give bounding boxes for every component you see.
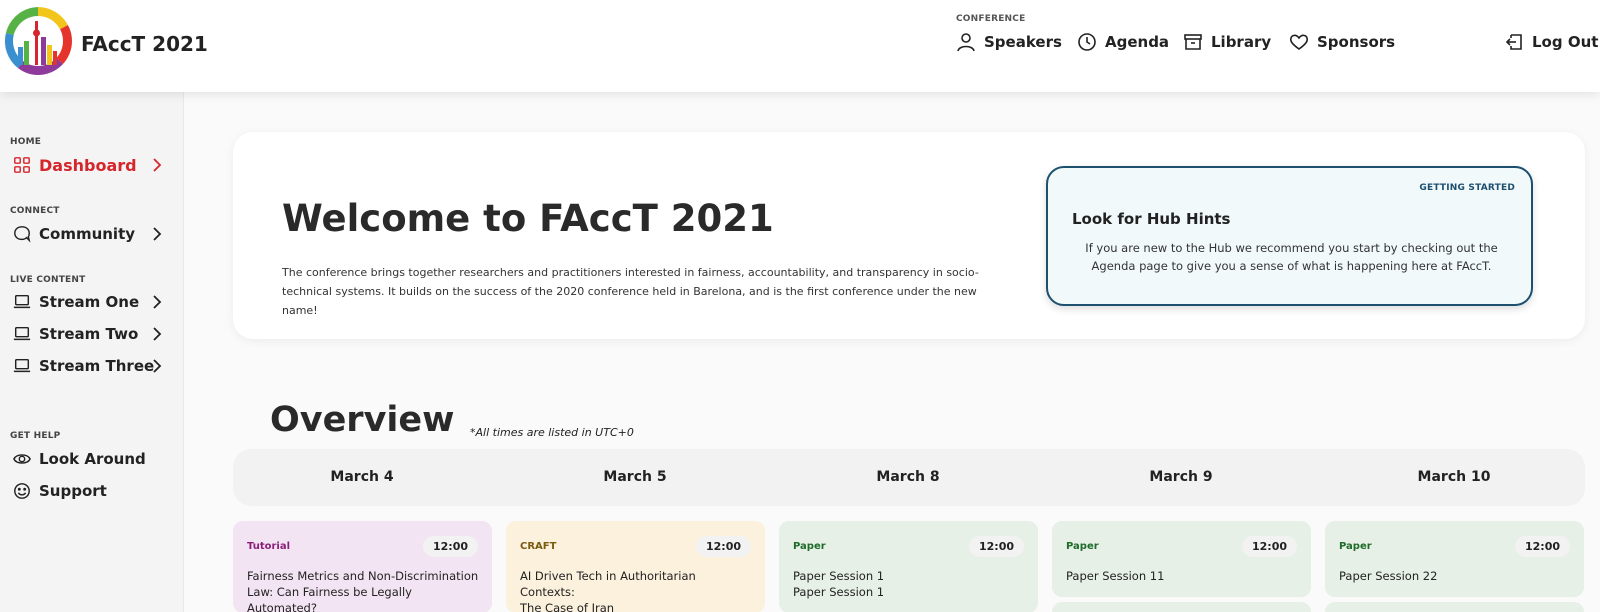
session-title: Fairness Metrics and Non-Discrimination … xyxy=(247,568,479,612)
session-card[interactable]: Tutorial 12:00 Fairness Metrics and Non-… xyxy=(233,521,492,612)
session-card[interactable]: CRAFT 12:00 AI Driven Tech in Authoritar… xyxy=(506,521,765,612)
section-label-live-content: LIVE CONTENT xyxy=(10,275,86,285)
facct-logo[interactable] xyxy=(4,7,72,75)
session-kind: Paper xyxy=(793,541,826,552)
conference-nav-label: CONFERENCE xyxy=(956,14,1026,24)
clock-icon xyxy=(1078,33,1096,51)
sidebar-item-label: Stream Two xyxy=(39,325,139,343)
chevron-right-icon xyxy=(150,157,164,173)
session-title-line: AI Driven Tech in Authoritarian Contexts… xyxy=(520,569,696,599)
nav-sponsors-label: Sponsors xyxy=(1317,33,1396,51)
hint-body: If you are new to the Hub we recommend y… xyxy=(1085,241,1498,273)
archive-icon xyxy=(1184,34,1202,50)
overview-title: Overview xyxy=(270,400,455,440)
welcome-title: Welcome to FAccT 2021 xyxy=(282,197,774,240)
session-title-line: Paper Session 1 xyxy=(793,585,885,599)
session-title-line: Law: Can Fairness be Legally Automated? xyxy=(247,585,412,612)
session-title: AI Driven Tech in Authoritarian Contexts… xyxy=(520,568,752,612)
session-title-line: Paper Session 1 xyxy=(793,569,885,583)
session-title-line: Paper Session 11 xyxy=(1066,569,1165,583)
session-time: 12:00 xyxy=(422,536,478,557)
session-title-line: Paper Session 22 xyxy=(1339,569,1438,583)
section-label-get-help: GET HELP xyxy=(10,431,61,441)
heart-icon xyxy=(1289,34,1309,50)
logout-icon xyxy=(1505,34,1522,50)
sidebar-item-label: Stream One xyxy=(39,293,140,311)
session-title: Paper Session 22 xyxy=(1339,568,1571,584)
day-tab-march-5[interactable]: March 5 xyxy=(555,469,715,485)
laptop-icon xyxy=(12,292,32,312)
welcome-description: The conference brings together researche… xyxy=(282,266,979,317)
session-kind: Tutorial xyxy=(247,541,291,552)
session-card-stub xyxy=(1325,602,1584,612)
eye-icon xyxy=(12,449,32,469)
nav-library-label: Library xyxy=(1211,33,1272,51)
laptop-icon xyxy=(12,356,32,376)
session-title-line: Fairness Metrics and Non-Discrimination xyxy=(247,569,479,583)
nav-speakers[interactable]: Speakers xyxy=(956,30,1062,54)
chevron-right-icon xyxy=(150,358,164,374)
session-time: 12:00 xyxy=(1514,536,1570,557)
session-card[interactable]: Paper 12:00 Paper Session 22 xyxy=(1325,521,1584,597)
hint-title: Look for Hub Hints xyxy=(1072,210,1231,228)
session-title-line: The Case of Iran xyxy=(520,601,615,612)
session-time: 12:00 xyxy=(695,536,751,557)
session-kind: Paper xyxy=(1066,541,1099,552)
chevron-right-icon xyxy=(150,294,164,310)
day-tabs: March 4 March 5 March 8 March 9 March 10 xyxy=(233,449,1585,506)
session-kind: Paper xyxy=(1339,541,1372,552)
smiley-icon xyxy=(12,481,32,501)
day-tab-march-4[interactable]: March 4 xyxy=(282,469,442,485)
sidebar-item-stream-three[interactable]: Stream Three xyxy=(12,353,176,379)
section-label-home: HOME xyxy=(10,137,42,147)
sidebar: HOME Dashboard CONNECT Community LIVE CO… xyxy=(0,92,184,612)
nav-library[interactable]: Library xyxy=(1183,30,1271,54)
sidebar-item-support[interactable]: Support xyxy=(12,478,176,504)
chevron-right-icon xyxy=(150,226,164,242)
nav-agenda-label: Agenda xyxy=(1105,33,1170,51)
session-card-stub xyxy=(1052,602,1311,612)
sidebar-item-community[interactable]: Community xyxy=(12,221,176,247)
chat-bubble-icon xyxy=(12,224,32,244)
sidebar-item-look-around[interactable]: Look Around xyxy=(12,446,176,472)
timezone-note: *All times are listed in UTC+0 xyxy=(470,426,634,439)
day-tab-march-8[interactable]: March 8 xyxy=(828,469,988,485)
logout-label: Log Out xyxy=(1532,33,1599,51)
laptop-icon xyxy=(12,324,32,344)
sidebar-item-stream-one[interactable]: Stream One xyxy=(12,289,176,315)
nav-agenda[interactable]: Agenda xyxy=(1077,30,1169,54)
top-header: FAccT 2021 CONFERENCE Speakers Agenda Li… xyxy=(0,0,1600,92)
session-time: 12:00 xyxy=(1241,536,1297,557)
sidebar-item-label: Support xyxy=(39,482,107,500)
nav-speakers-label: Speakers xyxy=(984,33,1062,51)
hub-hint-card[interactable]: GETTING STARTED Look for Hub Hints If yo… xyxy=(1046,166,1533,306)
logout-button[interactable]: Log Out xyxy=(1504,30,1598,54)
session-time: 12:00 xyxy=(968,536,1024,557)
day-tab-march-10[interactable]: March 10 xyxy=(1374,469,1534,485)
sidebar-item-label: Community xyxy=(39,225,136,243)
sidebar-item-label: Stream Three xyxy=(39,357,155,375)
session-card[interactable]: Paper 12:00 Paper Session 11 xyxy=(1052,521,1311,597)
day-tab-march-9[interactable]: March 9 xyxy=(1101,469,1261,485)
nav-sponsors[interactable]: Sponsors xyxy=(1289,30,1395,54)
session-title: Paper Session 1 Paper Session 1 xyxy=(793,568,1025,600)
sidebar-item-label: Dashboard xyxy=(39,155,137,175)
session-title: Paper Session 11 xyxy=(1066,568,1298,584)
session-card[interactable]: Paper 12:00 Paper Session 1 Paper Sessio… xyxy=(779,521,1038,612)
chevron-right-icon xyxy=(150,326,164,342)
grid-icon xyxy=(12,155,32,175)
brand-title[interactable]: FAccT 2021 xyxy=(81,32,208,56)
sidebar-item-dashboard[interactable]: Dashboard xyxy=(12,152,176,178)
person-icon xyxy=(957,33,975,52)
sidebar-item-stream-two[interactable]: Stream Two xyxy=(12,321,176,347)
session-kind: CRAFT xyxy=(520,541,557,552)
sidebar-item-label: Look Around xyxy=(39,450,146,468)
hint-tag: GETTING STARTED xyxy=(1419,183,1515,193)
section-label-connect: CONNECT xyxy=(10,206,60,216)
